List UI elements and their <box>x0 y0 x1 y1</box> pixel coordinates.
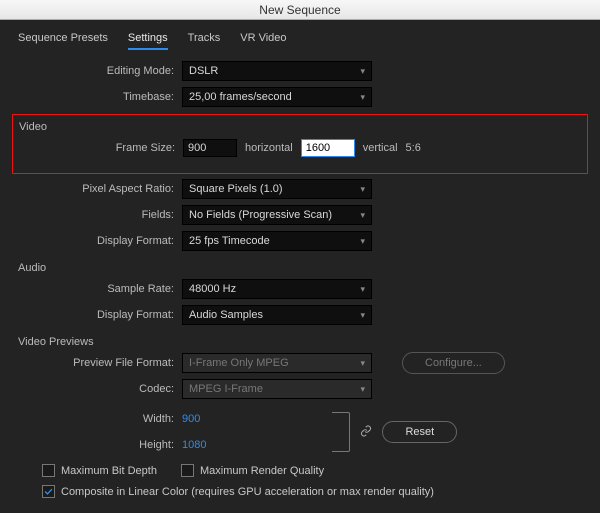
link-icon[interactable] <box>360 425 372 440</box>
timebase-label: Timebase: <box>12 91 182 103</box>
codec-value: MPEG I-Frame <box>189 383 263 395</box>
chevron-down-icon: ▾ <box>360 384 365 395</box>
max-bit-depth-checkbox[interactable] <box>42 464 55 477</box>
timebase-select[interactable]: 25,00 frames/second ▾ <box>182 87 372 107</box>
configure-button-label: Configure... <box>425 357 482 369</box>
audio-display-format-label: Display Format: <box>12 309 182 321</box>
video-section-title: Video <box>19 121 587 133</box>
preview-file-format-label: Preview File Format: <box>12 357 182 369</box>
aspect-ratio-text: 5:6 <box>406 142 421 154</box>
reset-button-label: Reset <box>405 426 434 438</box>
video-highlight-box: Video Frame Size: 900 horizontal 1600 ve… <box>12 114 588 174</box>
tab-sequence-presets[interactable]: Sequence Presets <box>18 28 108 50</box>
max-bit-depth-label: Maximum Bit Depth <box>61 465 157 477</box>
sample-rate-value: 48000 Hz <box>189 283 236 295</box>
chevron-down-icon: ▾ <box>360 236 365 247</box>
reset-button[interactable]: Reset <box>382 421 457 443</box>
audio-section-title: Audio <box>18 262 588 274</box>
sample-rate-label: Sample Rate: <box>12 283 182 295</box>
configure-button: Configure... <box>402 352 505 374</box>
timebase-value: 25,00 frames/second <box>189 91 292 103</box>
video-display-format-select[interactable]: 25 fps Timecode ▾ <box>182 231 372 251</box>
editing-mode-value: DSLR <box>189 65 218 77</box>
window-title: New Sequence <box>259 3 340 17</box>
max-render-quality-checkbox[interactable] <box>181 464 194 477</box>
link-bracket-icon <box>332 412 350 452</box>
frame-width-input[interactable]: 900 <box>183 139 237 157</box>
chevron-down-icon: ▾ <box>360 184 365 195</box>
preview-height-input[interactable]: 1080 <box>182 439 206 451</box>
tab-vr-video[interactable]: VR Video <box>240 28 286 50</box>
audio-display-format-value: Audio Samples <box>189 309 263 321</box>
chevron-down-icon: ▾ <box>360 358 365 369</box>
fields-value: No Fields (Progressive Scan) <box>189 209 332 221</box>
preview-file-format-value: I-Frame Only MPEG <box>189 357 289 369</box>
video-display-format-label: Display Format: <box>12 235 182 247</box>
codec-select: MPEG I-Frame ▾ <box>182 379 372 399</box>
preview-width-label: Width: <box>12 413 182 425</box>
pixel-aspect-select[interactable]: Square Pixels (1.0) ▾ <box>182 179 372 199</box>
preview-height-label: Height: <box>12 439 182 451</box>
vertical-label: vertical <box>363 142 398 154</box>
fields-select[interactable]: No Fields (Progressive Scan) ▾ <box>182 205 372 225</box>
settings-panel: Sequence Presets Settings Tracks VR Vide… <box>0 20 600 513</box>
fields-label: Fields: <box>12 209 182 221</box>
horizontal-label: horizontal <box>245 142 293 154</box>
chevron-down-icon: ▾ <box>360 284 365 295</box>
preview-file-format-select: I-Frame Only MPEG ▾ <box>182 353 372 373</box>
frame-width-value: 900 <box>188 142 206 154</box>
frame-height-input[interactable]: 1600 <box>301 139 355 157</box>
window-titlebar: New Sequence <box>0 0 600 20</box>
frame-size-label: Frame Size: <box>13 142 183 154</box>
tab-settings[interactable]: Settings <box>128 28 168 50</box>
editing-mode-select[interactable]: DSLR ▾ <box>182 61 372 81</box>
composite-linear-label: Composite in Linear Color (requires GPU … <box>61 486 434 498</box>
tab-bar: Sequence Presets Settings Tracks VR Vide… <box>12 28 588 50</box>
sample-rate-select[interactable]: 48000 Hz ▾ <box>182 279 372 299</box>
chevron-down-icon: ▾ <box>360 92 365 103</box>
max-render-quality-label: Maximum Render Quality <box>200 465 324 477</box>
previews-section-title: Video Previews <box>18 336 588 348</box>
audio-display-format-select[interactable]: Audio Samples ▾ <box>182 305 372 325</box>
preview-width-input[interactable]: 900 <box>182 413 200 425</box>
editing-mode-label: Editing Mode: <box>12 65 182 77</box>
video-display-format-value: 25 fps Timecode <box>189 235 270 247</box>
pixel-aspect-value: Square Pixels (1.0) <box>189 183 283 195</box>
composite-linear-checkbox[interactable] <box>42 485 55 498</box>
chevron-down-icon: ▾ <box>360 310 365 321</box>
chevron-down-icon: ▾ <box>360 210 365 221</box>
pixel-aspect-label: Pixel Aspect Ratio: <box>12 183 182 195</box>
codec-label: Codec: <box>12 383 182 395</box>
chevron-down-icon: ▾ <box>360 66 365 77</box>
frame-height-value: 1600 <box>306 142 330 154</box>
tab-tracks[interactable]: Tracks <box>188 28 221 50</box>
